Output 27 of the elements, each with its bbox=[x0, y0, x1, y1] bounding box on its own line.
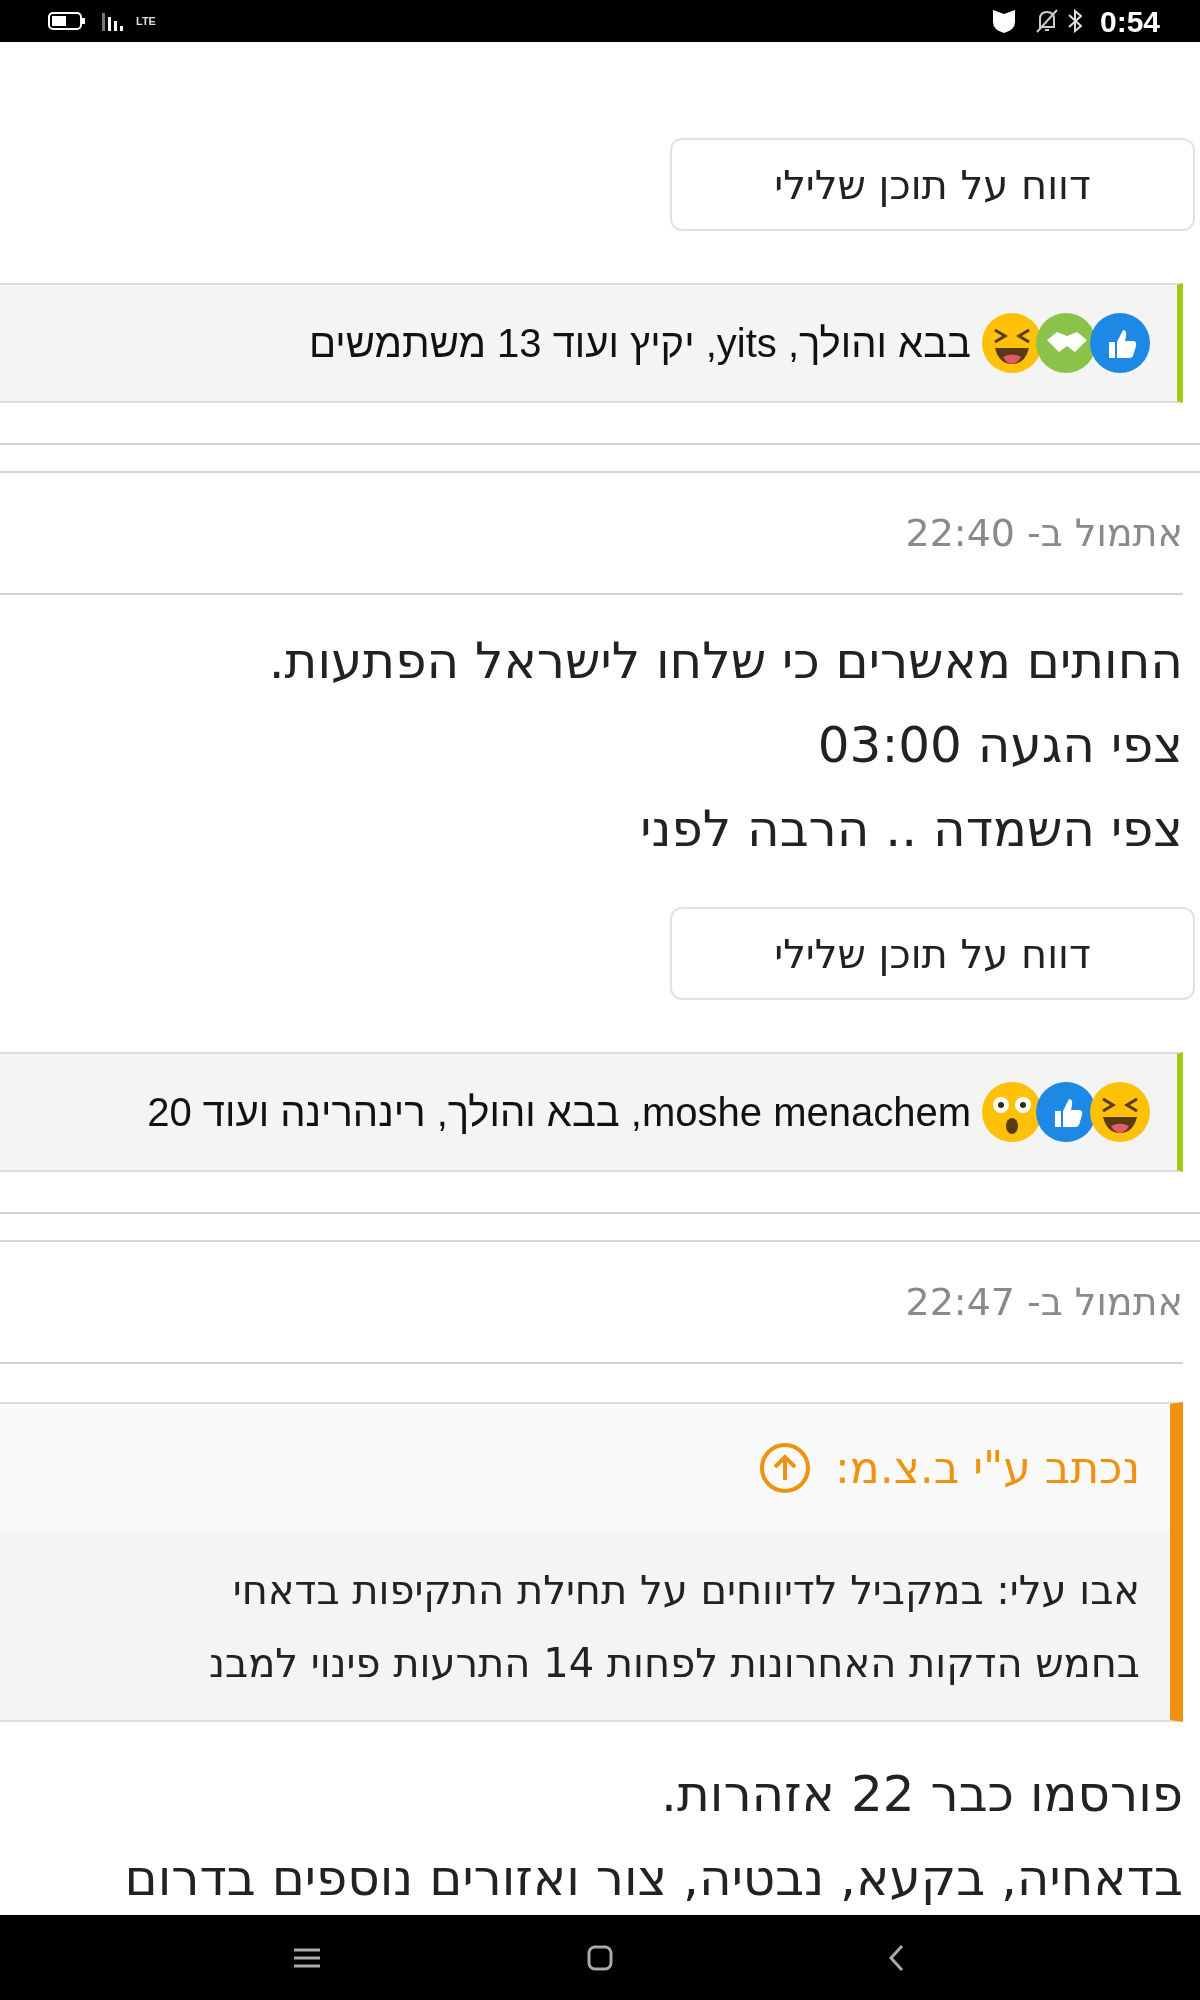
report-button[interactable]: דווח על תוכן שלילי bbox=[670, 138, 1195, 231]
battery-icon bbox=[48, 12, 86, 30]
post-text: צפי הגעה 03:00 bbox=[816, 715, 1184, 776]
post-text: בדאחיה, בקעא, נבטיה, צור ואזורים נוספים בדרום bbox=[123, 1848, 1184, 1909]
post-text: החותים מאשרים כי שלחו לישראל הפתעות. bbox=[267, 631, 1184, 692]
network-label: LTE bbox=[136, 15, 156, 27]
bluetooth-icon bbox=[1067, 9, 1082, 33]
quote-text: אבו עלי: במקביל לדיווחים על תחילת התקיפות בדאחי bbox=[231, 1566, 1140, 1615]
shield-icon bbox=[991, 8, 1016, 34]
post-text: פורסמו כבר 22 אזהרות. bbox=[660, 1764, 1184, 1825]
laughing-emoji-icon bbox=[1089, 1081, 1151, 1143]
post-time: אתמול ב- 22:47 bbox=[904, 1278, 1184, 1326]
back-icon[interactable] bbox=[888, 1943, 904, 1972]
menu-icon[interactable] bbox=[294, 1947, 320, 1968]
post-time: אתמול ב- 22:40 bbox=[904, 509, 1184, 557]
home-icon[interactable] bbox=[587, 1944, 613, 1971]
thumbs-up-icon bbox=[1089, 312, 1151, 374]
report-button[interactable]: דווח על תוכן שלילי bbox=[670, 907, 1195, 1000]
bell-off-icon bbox=[1035, 9, 1058, 33]
quote-text: בחמש הדקות האחרונות לפחות 14 התרעות פינוי למבנ bbox=[208, 1639, 1140, 1688]
reactions-text: בבא והולך, yits, יקיץ ועוד 13 משתמשים bbox=[309, 320, 971, 367]
reactions-bar[interactable]: moshe menachem, בבא והולך, רינהרינה ועוד 20 bbox=[0, 1052, 1183, 1172]
reactions-text: moshe menachem, בבא והולך, רינהרינה ועוד 20 bbox=[147, 1089, 971, 1136]
quote-author: נכתב ע"י ב.צ.מ: bbox=[834, 1441, 1140, 1495]
clock-time: 0:54 bbox=[1099, 3, 1160, 40]
reactions-bar[interactable]: בבא והולך, yits, יקיץ ועוד 13 משתמשים bbox=[0, 283, 1183, 403]
post-text: צפי השמדה .. הרבה לפני bbox=[639, 799, 1184, 860]
